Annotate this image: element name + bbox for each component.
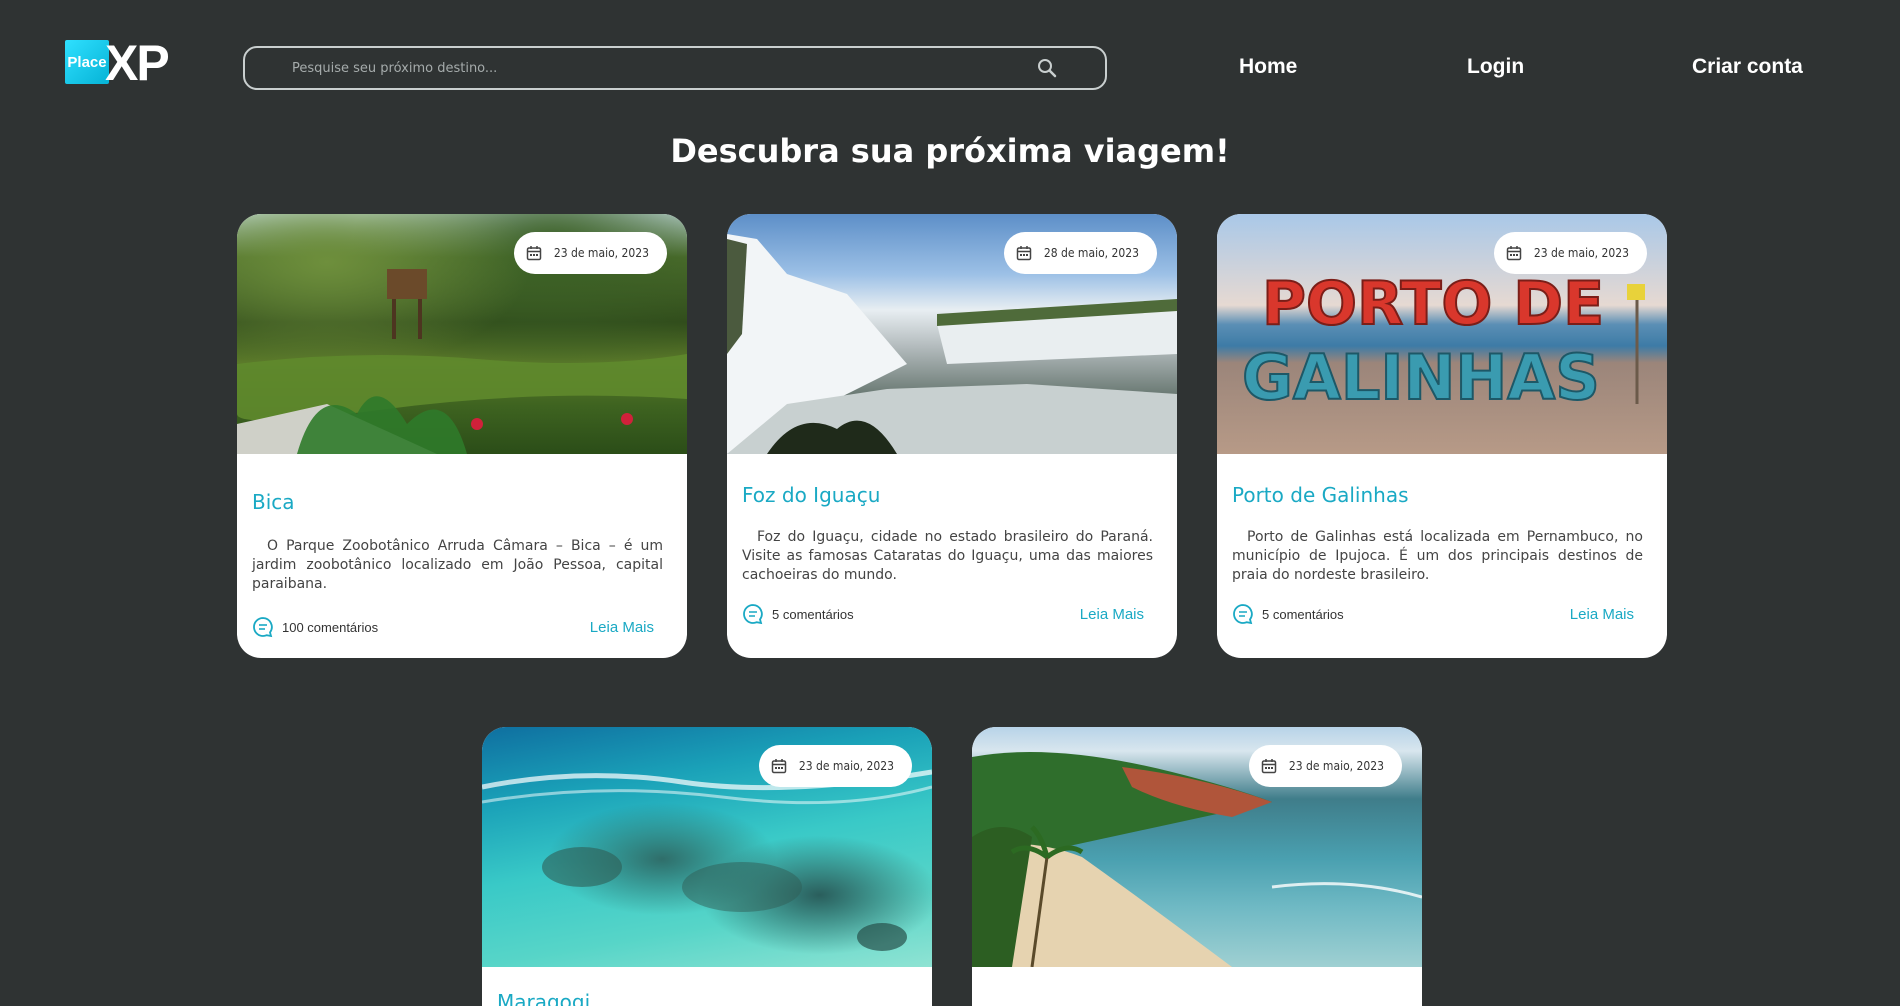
comments-count[interactable]: 5 comentários bbox=[1232, 603, 1344, 625]
card-image[interactable]: 23 de maio, 2023 bbox=[237, 214, 687, 454]
card-footer: 100 comentários Leia Mais bbox=[252, 616, 654, 638]
date-badge: 28 de maio, 2023 bbox=[1003, 232, 1157, 274]
comments-count[interactable]: 100 comentários bbox=[252, 616, 378, 638]
sign-galinhas: GALINHAS bbox=[1242, 341, 1600, 414]
nav-home[interactable]: Home bbox=[1239, 55, 1297, 79]
card-date: 23 de maio, 2023 bbox=[1288, 759, 1384, 773]
nav-login[interactable]: Login bbox=[1467, 55, 1524, 79]
card-description: Porto de Galinhas está localizada em Per… bbox=[1232, 529, 1643, 583]
destination-card[interactable]: 28 de maio, 2023 Foz do Iguaçu Foz do Ig… bbox=[727, 214, 1177, 658]
comments-label: 100 comentários bbox=[282, 619, 379, 635]
comment-icon bbox=[1233, 604, 1253, 625]
card-date: 23 de maio, 2023 bbox=[553, 246, 649, 260]
comments-label: 5 comentários bbox=[1262, 606, 1344, 622]
comments-label: 5 comentários bbox=[772, 606, 854, 622]
calendar-icon bbox=[1506, 246, 1522, 261]
search-input[interactable] bbox=[245, 60, 1035, 76]
nav-signup[interactable]: Criar conta bbox=[1692, 55, 1803, 79]
destination-card[interactable]: 23 de maio, 2023 Maragogi bbox=[482, 727, 932, 1006]
comment-icon bbox=[743, 604, 763, 625]
comments-count[interactable]: 5 comentários bbox=[742, 603, 854, 625]
card-image[interactable]: 23 de maio, 2023 bbox=[482, 727, 932, 967]
search-icon[interactable] bbox=[1035, 56, 1059, 80]
read-more-link[interactable]: Leia Mais bbox=[1080, 606, 1144, 623]
sign-porto: PORTO DE bbox=[1262, 269, 1604, 339]
card-date: 23 de maio, 2023 bbox=[1533, 246, 1629, 260]
destination-card[interactable]: 23 de maio, 2023 bbox=[972, 727, 1422, 1006]
calendar-icon bbox=[771, 759, 787, 774]
card-date: 28 de maio, 2023 bbox=[1043, 246, 1139, 260]
card-date: 23 de maio, 2023 bbox=[798, 759, 894, 773]
read-more-link[interactable]: Leia Mais bbox=[590, 619, 654, 636]
logo-xp: XP bbox=[105, 35, 170, 91]
card-image[interactable]: 28 de maio, 2023 bbox=[727, 214, 1177, 454]
card-footer: 5 comentários Leia Mais bbox=[742, 603, 1144, 625]
card-image[interactable]: PORTO DE GALINHAS 23 de maio, 2023 bbox=[1217, 214, 1667, 454]
card-title[interactable]: Maragogi bbox=[497, 990, 917, 1006]
search-bar[interactable] bbox=[243, 46, 1107, 90]
card-description: O Parque Zoobotânico Arruda Câmara – Bic… bbox=[252, 538, 663, 592]
card-title[interactable]: Bica bbox=[252, 490, 672, 514]
card-image[interactable]: 23 de maio, 2023 bbox=[972, 727, 1422, 967]
card-description: Foz do Iguaçu, cidade no estado brasilei… bbox=[742, 529, 1153, 583]
date-badge: 23 de maio, 2023 bbox=[758, 745, 912, 787]
date-badge: 23 de maio, 2023 bbox=[513, 232, 667, 274]
calendar-icon bbox=[1261, 759, 1277, 774]
card-footer: 5 comentários Leia Mais bbox=[1232, 603, 1634, 625]
date-badge: 23 de maio, 2023 bbox=[1493, 232, 1647, 274]
destination-card[interactable]: PORTO DE GALINHAS 23 de maio, 2023 Porto… bbox=[1217, 214, 1667, 658]
logo[interactable]: Place XP bbox=[65, 35, 183, 91]
read-more-link[interactable]: Leia Mais bbox=[1570, 606, 1634, 623]
calendar-icon bbox=[526, 246, 542, 261]
logo-place: Place bbox=[65, 40, 109, 84]
calendar-icon bbox=[1016, 246, 1032, 261]
card-title[interactable]: Porto de Galinhas bbox=[1232, 483, 1652, 507]
date-badge: 23 de maio, 2023 bbox=[1248, 745, 1402, 787]
card-title[interactable]: Foz do Iguaçu bbox=[742, 483, 1162, 507]
page-title: Descubra sua próxima viagem! bbox=[670, 132, 1230, 170]
comment-icon bbox=[253, 617, 273, 638]
destination-card[interactable]: 23 de maio, 2023 Bica O Parque Zoobotâni… bbox=[237, 214, 687, 658]
